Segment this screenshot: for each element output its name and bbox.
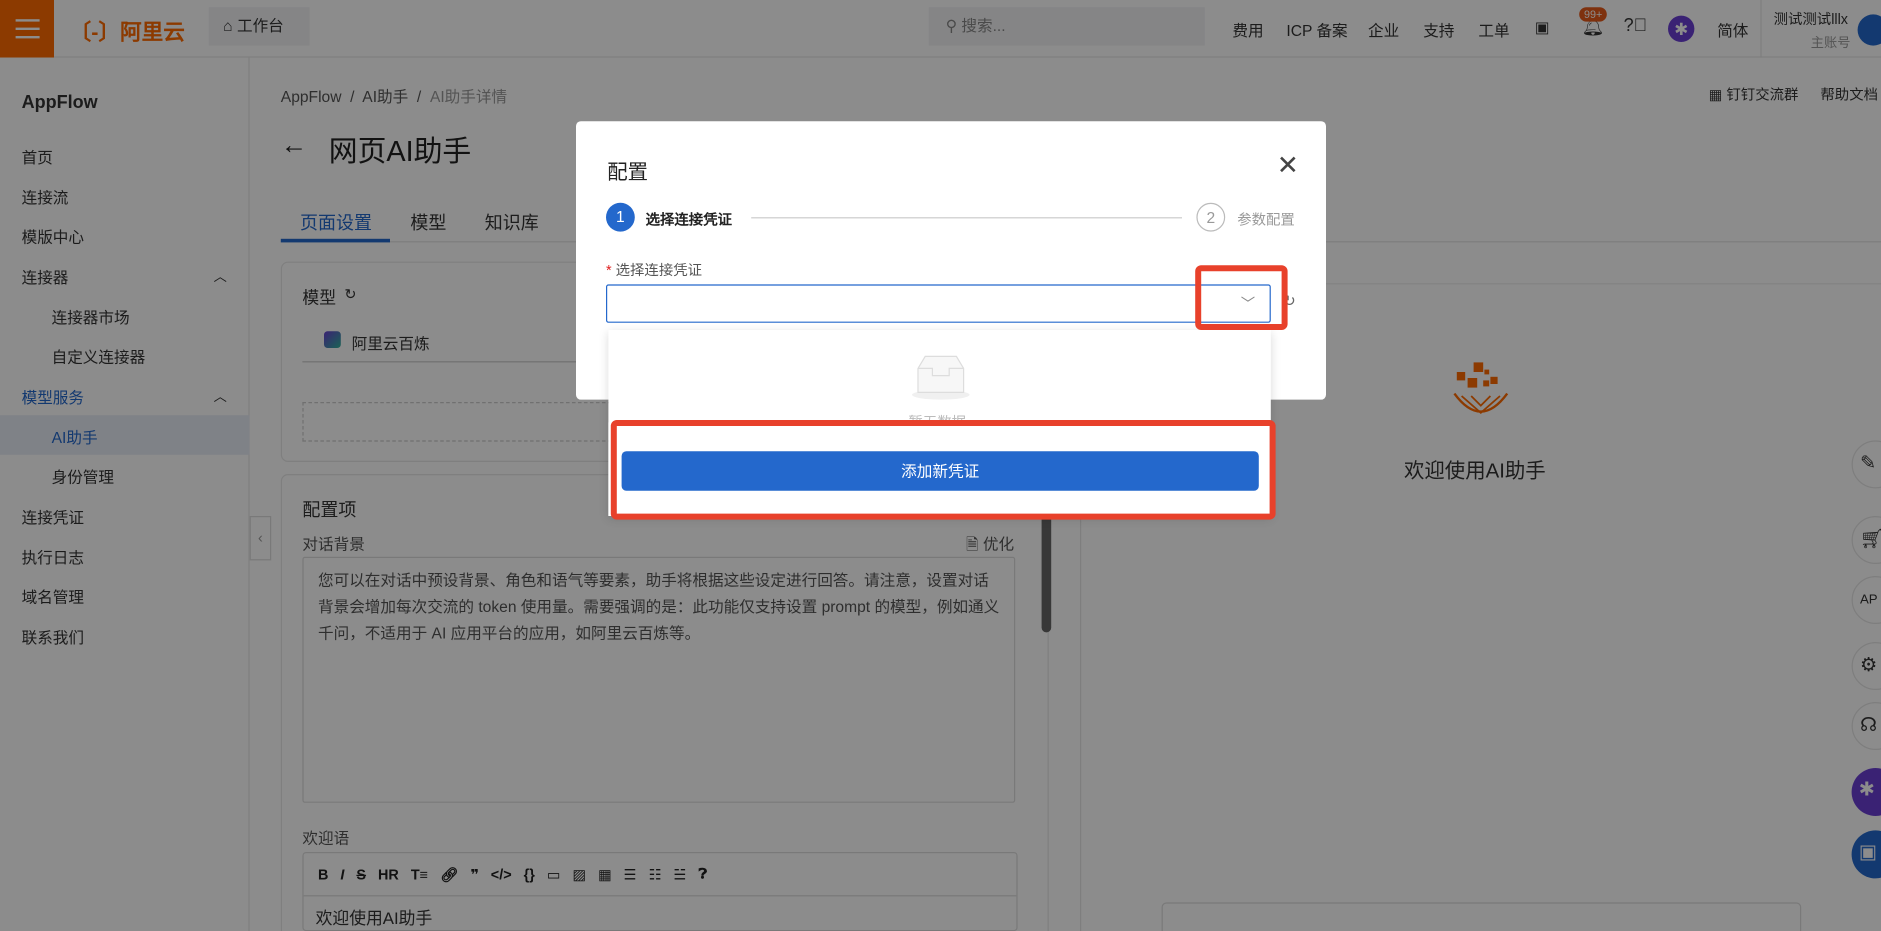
highlight-box [1195, 265, 1288, 330]
credential-field-label: * 选择连接凭证 [606, 259, 702, 279]
highlight-box [610, 420, 1276, 520]
step-2-circle: 2 [1196, 202, 1226, 232]
step-1-label: 选择连接凭证 [645, 211, 733, 229]
credential-select[interactable]: ﹀ [606, 284, 1271, 323]
step-connector [751, 217, 1182, 219]
close-icon[interactable]: ✕ [1277, 150, 1299, 181]
step-2-label: 参数配置 [1237, 211, 1295, 229]
required-mark: * [606, 261, 612, 279]
modal-title: 配置 [607, 160, 648, 184]
empty-inbox-icon [912, 355, 970, 400]
credential-label-text: 选择连接凭证 [615, 261, 703, 279]
step-1-circle: 1 [606, 202, 635, 232]
